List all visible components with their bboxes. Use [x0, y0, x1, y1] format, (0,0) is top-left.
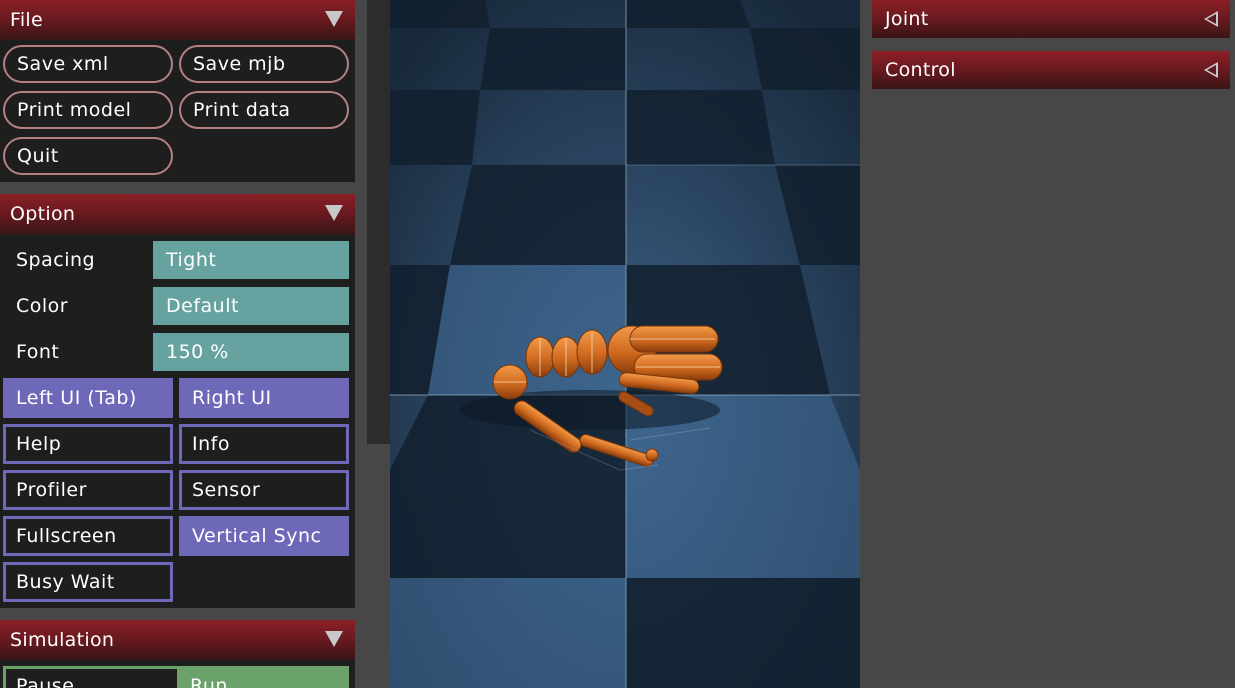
- color-select[interactable]: Default: [153, 287, 349, 325]
- left-ui-checkbox[interactable]: Left UI (Tab): [3, 378, 173, 418]
- help-checkbox[interactable]: Help: [3, 424, 173, 464]
- joint-section-title: Joint: [885, 8, 929, 30]
- file-section-title: File: [10, 9, 43, 31]
- control-section-header[interactable]: Control: [872, 51, 1230, 89]
- profiler-checkbox[interactable]: Profiler: [3, 470, 173, 510]
- collapse-triangle-icon[interactable]: [325, 11, 343, 27]
- simulation-section-title: Simulation: [10, 629, 115, 651]
- left-ui-scrollbar[interactable]: [367, 0, 390, 444]
- print-model-button[interactable]: Print model: [3, 91, 173, 129]
- vertical-sync-checkbox[interactable]: Vertical Sync: [179, 516, 349, 556]
- run-radio[interactable]: Run: [177, 666, 349, 688]
- humanoid-shadow: [460, 390, 720, 430]
- sensor-checkbox[interactable]: Sensor: [179, 470, 349, 510]
- color-label: Color: [16, 295, 69, 317]
- file-section: File Save xml Save mjb Print model Print…: [0, 0, 355, 182]
- option-section-title: Option: [10, 203, 76, 225]
- print-data-button[interactable]: Print data: [179, 91, 349, 129]
- pause-radio[interactable]: Pause: [3, 666, 180, 688]
- font-select[interactable]: 150 %: [153, 333, 349, 371]
- joint-section-header[interactable]: Joint: [872, 0, 1230, 38]
- save-xml-button[interactable]: Save xml: [3, 45, 173, 83]
- option-section-header[interactable]: Option: [0, 194, 355, 234]
- spacing-label: Spacing: [16, 249, 96, 271]
- expand-triangle-icon[interactable]: [1204, 11, 1218, 27]
- right-ui-panel: Joint Control: [860, 0, 1235, 688]
- info-checkbox[interactable]: Info: [179, 424, 349, 464]
- expand-triangle-icon[interactable]: [1204, 62, 1218, 78]
- scene-render: [390, 0, 860, 688]
- simulation-section: Simulation Pause Run: [0, 620, 355, 688]
- left-ui-panel: File Save xml Save mjb Print model Print…: [0, 0, 355, 688]
- quit-button[interactable]: Quit: [3, 137, 173, 175]
- collapse-triangle-icon[interactable]: [325, 631, 343, 647]
- simulation-section-header[interactable]: Simulation: [0, 620, 355, 660]
- right-ui-checkbox[interactable]: Right UI: [179, 378, 349, 418]
- font-label: Font: [16, 341, 60, 363]
- 3d-viewport[interactable]: [390, 0, 860, 688]
- spacing-select[interactable]: Tight: [153, 241, 349, 279]
- fullscreen-checkbox[interactable]: Fullscreen: [3, 516, 173, 556]
- control-section-title: Control: [885, 59, 956, 81]
- collapse-triangle-icon[interactable]: [325, 205, 343, 221]
- file-section-header[interactable]: File: [0, 0, 355, 40]
- save-mjb-button[interactable]: Save mjb: [179, 45, 349, 83]
- option-section: Option Spacing Tight Color Default Font …: [0, 194, 355, 608]
- busy-wait-checkbox[interactable]: Busy Wait: [3, 562, 173, 602]
